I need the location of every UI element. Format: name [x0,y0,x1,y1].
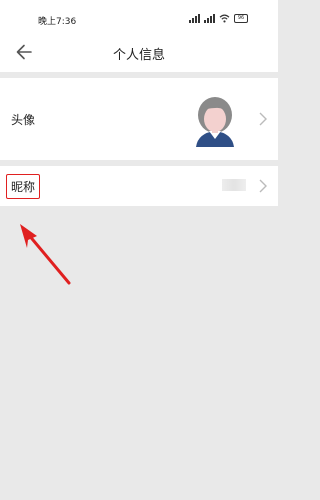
nav-bar: 个人信息 [0,34,278,72]
status-icons: 96 [189,13,248,23]
chevron-right-icon [259,112,267,126]
annotation-arrow [20,224,71,285]
status-time: 晚上7:36 [38,17,77,27]
nickname-row[interactable]: 昵称 [0,166,278,206]
chevron-right-icon [259,179,267,193]
page-title: 个人信息 [112,48,165,63]
status-bar: 晚上7:36 96 [0,0,278,34]
nickname-value-blurred [222,179,246,191]
signal-icon [189,13,200,23]
nickname-label: 昵称 [6,174,41,199]
avatar-row[interactable]: 头像 [0,78,278,160]
wifi-icon [219,14,230,23]
signal-icon [204,13,215,23]
battery-icon: 96 [234,13,248,23]
avatar[interactable] [190,93,240,147]
avatar-label: 头像 [11,113,36,127]
